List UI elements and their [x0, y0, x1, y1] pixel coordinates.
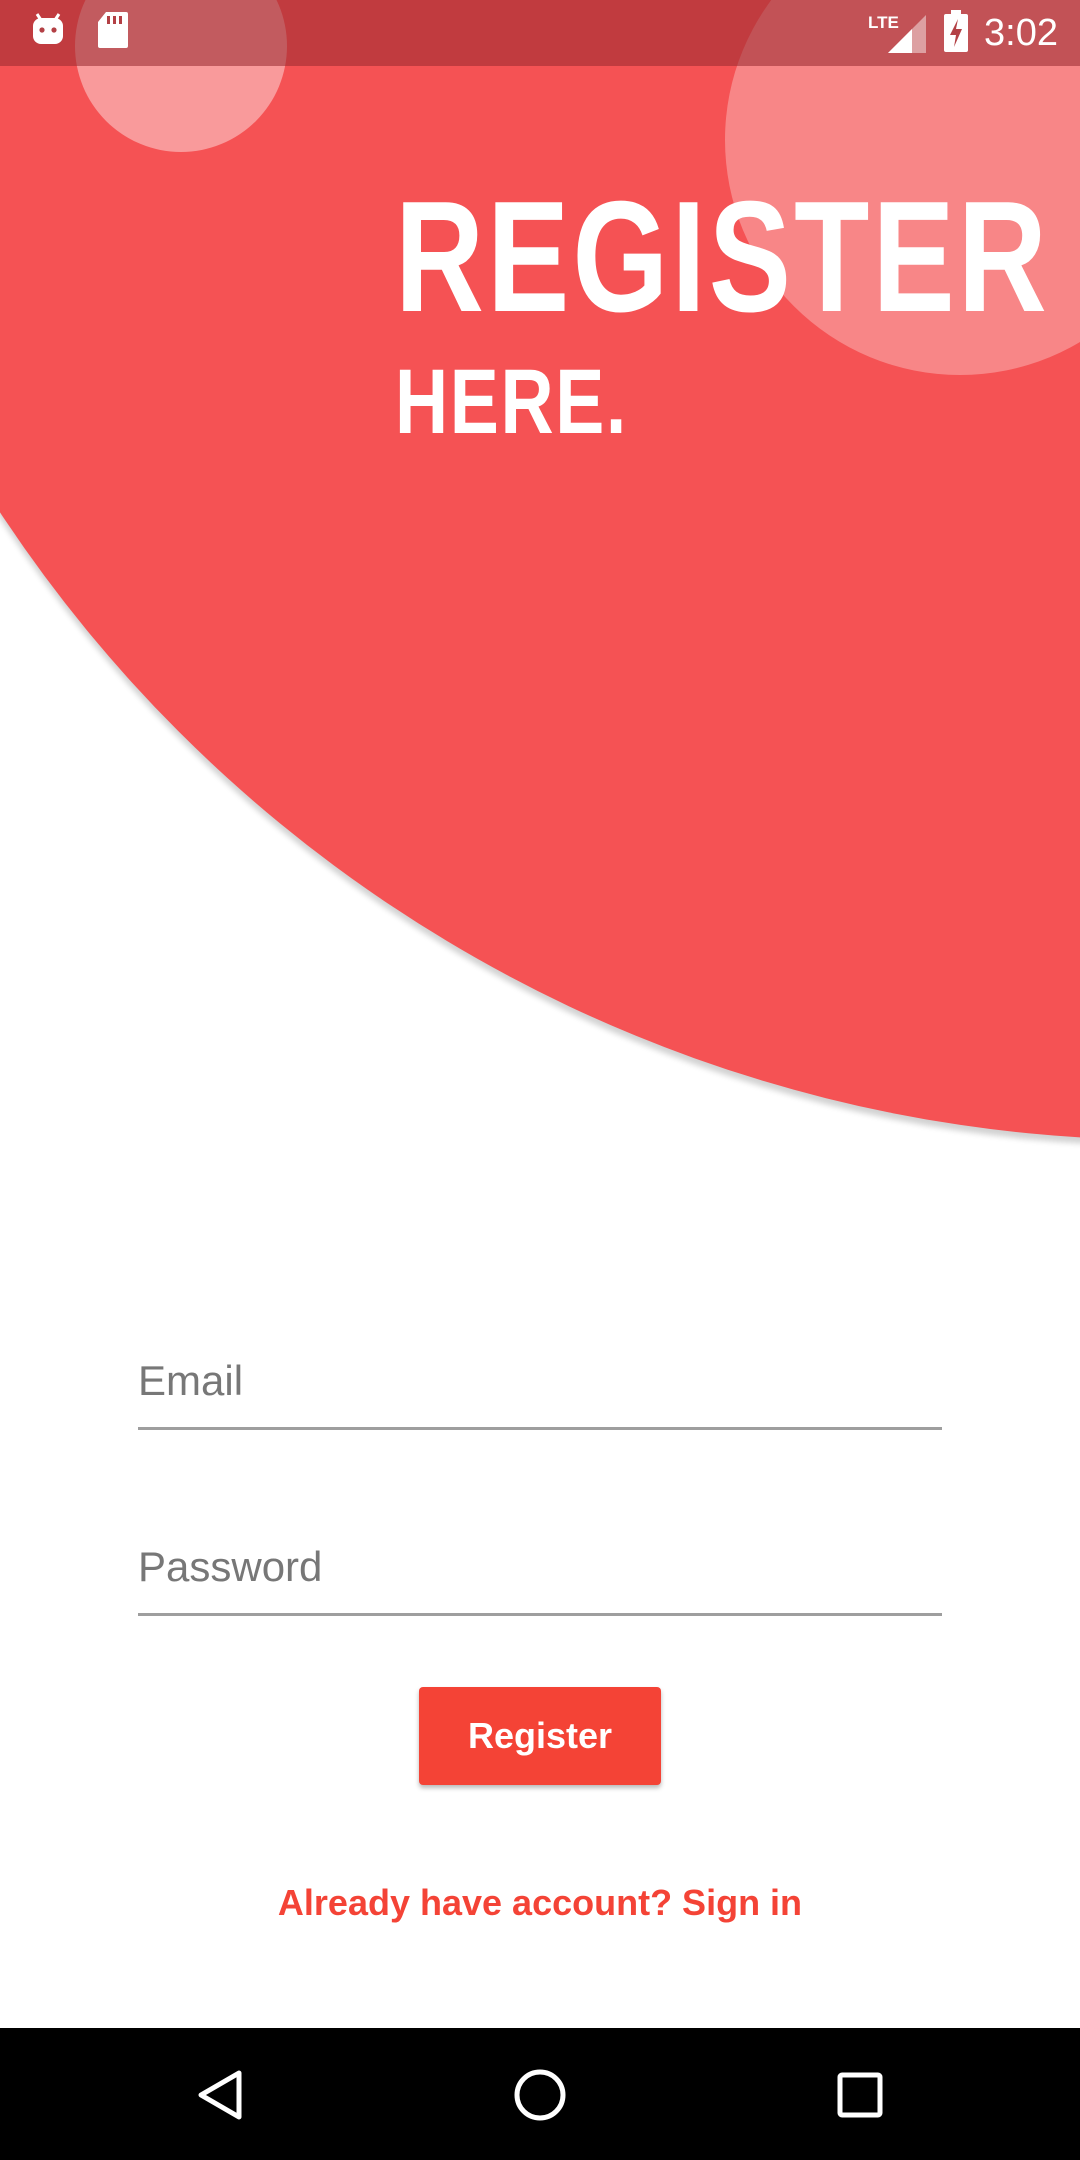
sd-card-icon — [96, 10, 130, 55]
email-field[interactable] — [138, 1340, 942, 1430]
status-time: 3:02 — [984, 11, 1058, 54]
battery-charging-icon — [942, 9, 970, 58]
status-right-icons: LTE 3:02 — [868, 0, 1058, 66]
password-field[interactable] — [138, 1526, 942, 1616]
lte-signal-icon: LTE — [868, 11, 928, 55]
status-bar: LTE 3:02 — [0, 0, 1080, 66]
page-subtitle: HERE. — [395, 351, 628, 453]
back-button[interactable] — [176, 2050, 266, 2140]
recents-button[interactable] — [815, 2050, 905, 2140]
home-icon — [514, 2069, 566, 2121]
register-button[interactable]: Register — [419, 1687, 661, 1785]
recents-icon — [837, 2072, 883, 2118]
register-screen: LTE 3:02 REGISTER HERE. Register Already… — [0, 0, 1080, 2160]
page-title: REGISTER — [395, 169, 1050, 345]
network-type: LTE — [868, 13, 899, 32]
android-debug-icon — [30, 12, 66, 53]
home-button[interactable] — [495, 2050, 585, 2140]
navigation-bar — [0, 2028, 1080, 2160]
sign-in-link[interactable]: Already have account? Sign in — [0, 1882, 1080, 1924]
status-left-icons — [30, 10, 130, 55]
back-icon — [198, 2070, 242, 2120]
